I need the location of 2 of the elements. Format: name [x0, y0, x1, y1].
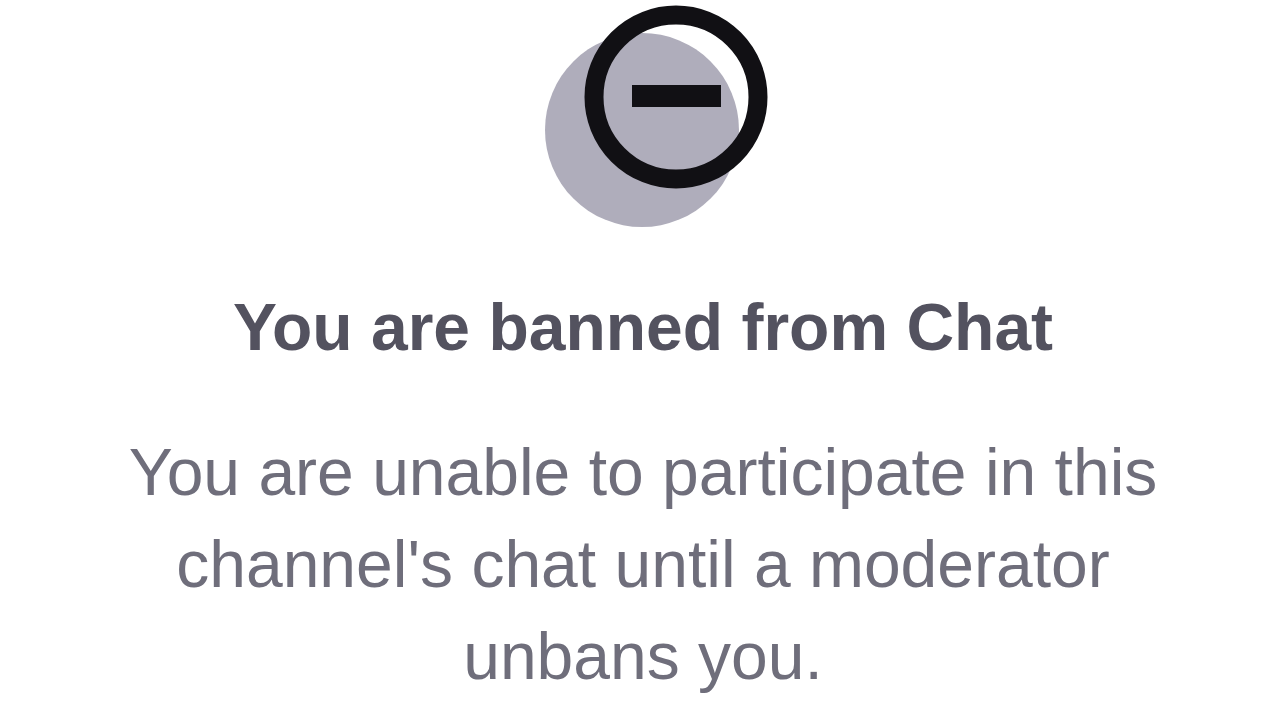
- ban-message: You are unable to participate in this channel's chat until a moderator unbans you.: [127, 434, 1159, 695]
- ban-title: You are banned from Chat: [232, 292, 1054, 362]
